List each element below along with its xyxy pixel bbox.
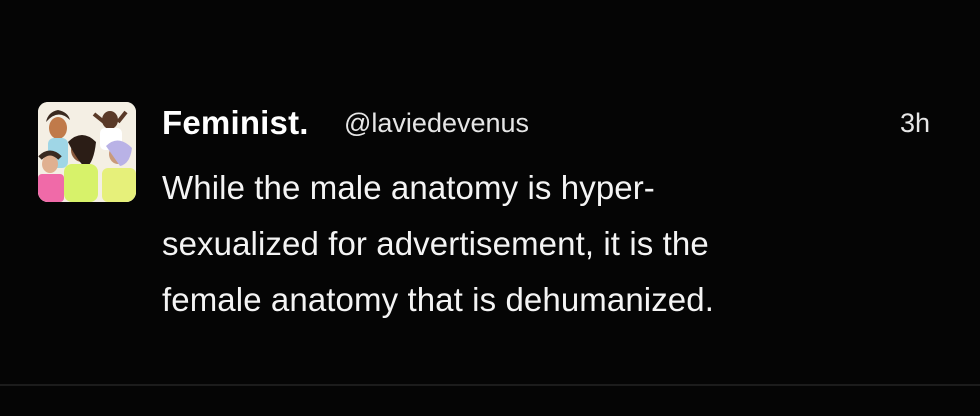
avatar-icon[interactable]: [38, 102, 136, 202]
tweet-header: Feminist. @laviedevenus 3h: [162, 100, 962, 146]
tweet-text-line: sexualized for advertisement, it is the: [162, 225, 709, 262]
tweet-content: Feminist. @laviedevenus 3h While the mal…: [162, 100, 962, 318]
author-handle[interactable]: @laviedevenus: [344, 108, 529, 139]
tweet-timestamp[interactable]: 3h: [900, 108, 930, 139]
tweet-text: While the male anatomy is hyper- sexuali…: [162, 160, 922, 328]
tweet-text-line: While the male anatomy is hyper-: [162, 169, 655, 206]
tweet-text-line: female anatomy that is dehumanized.: [162, 281, 714, 318]
author-display-name[interactable]: Feminist.: [162, 104, 309, 142]
tweet-card[interactable]: Feminist. @laviedevenus 3h While the mal…: [0, 0, 980, 384]
divider: [0, 384, 980, 386]
